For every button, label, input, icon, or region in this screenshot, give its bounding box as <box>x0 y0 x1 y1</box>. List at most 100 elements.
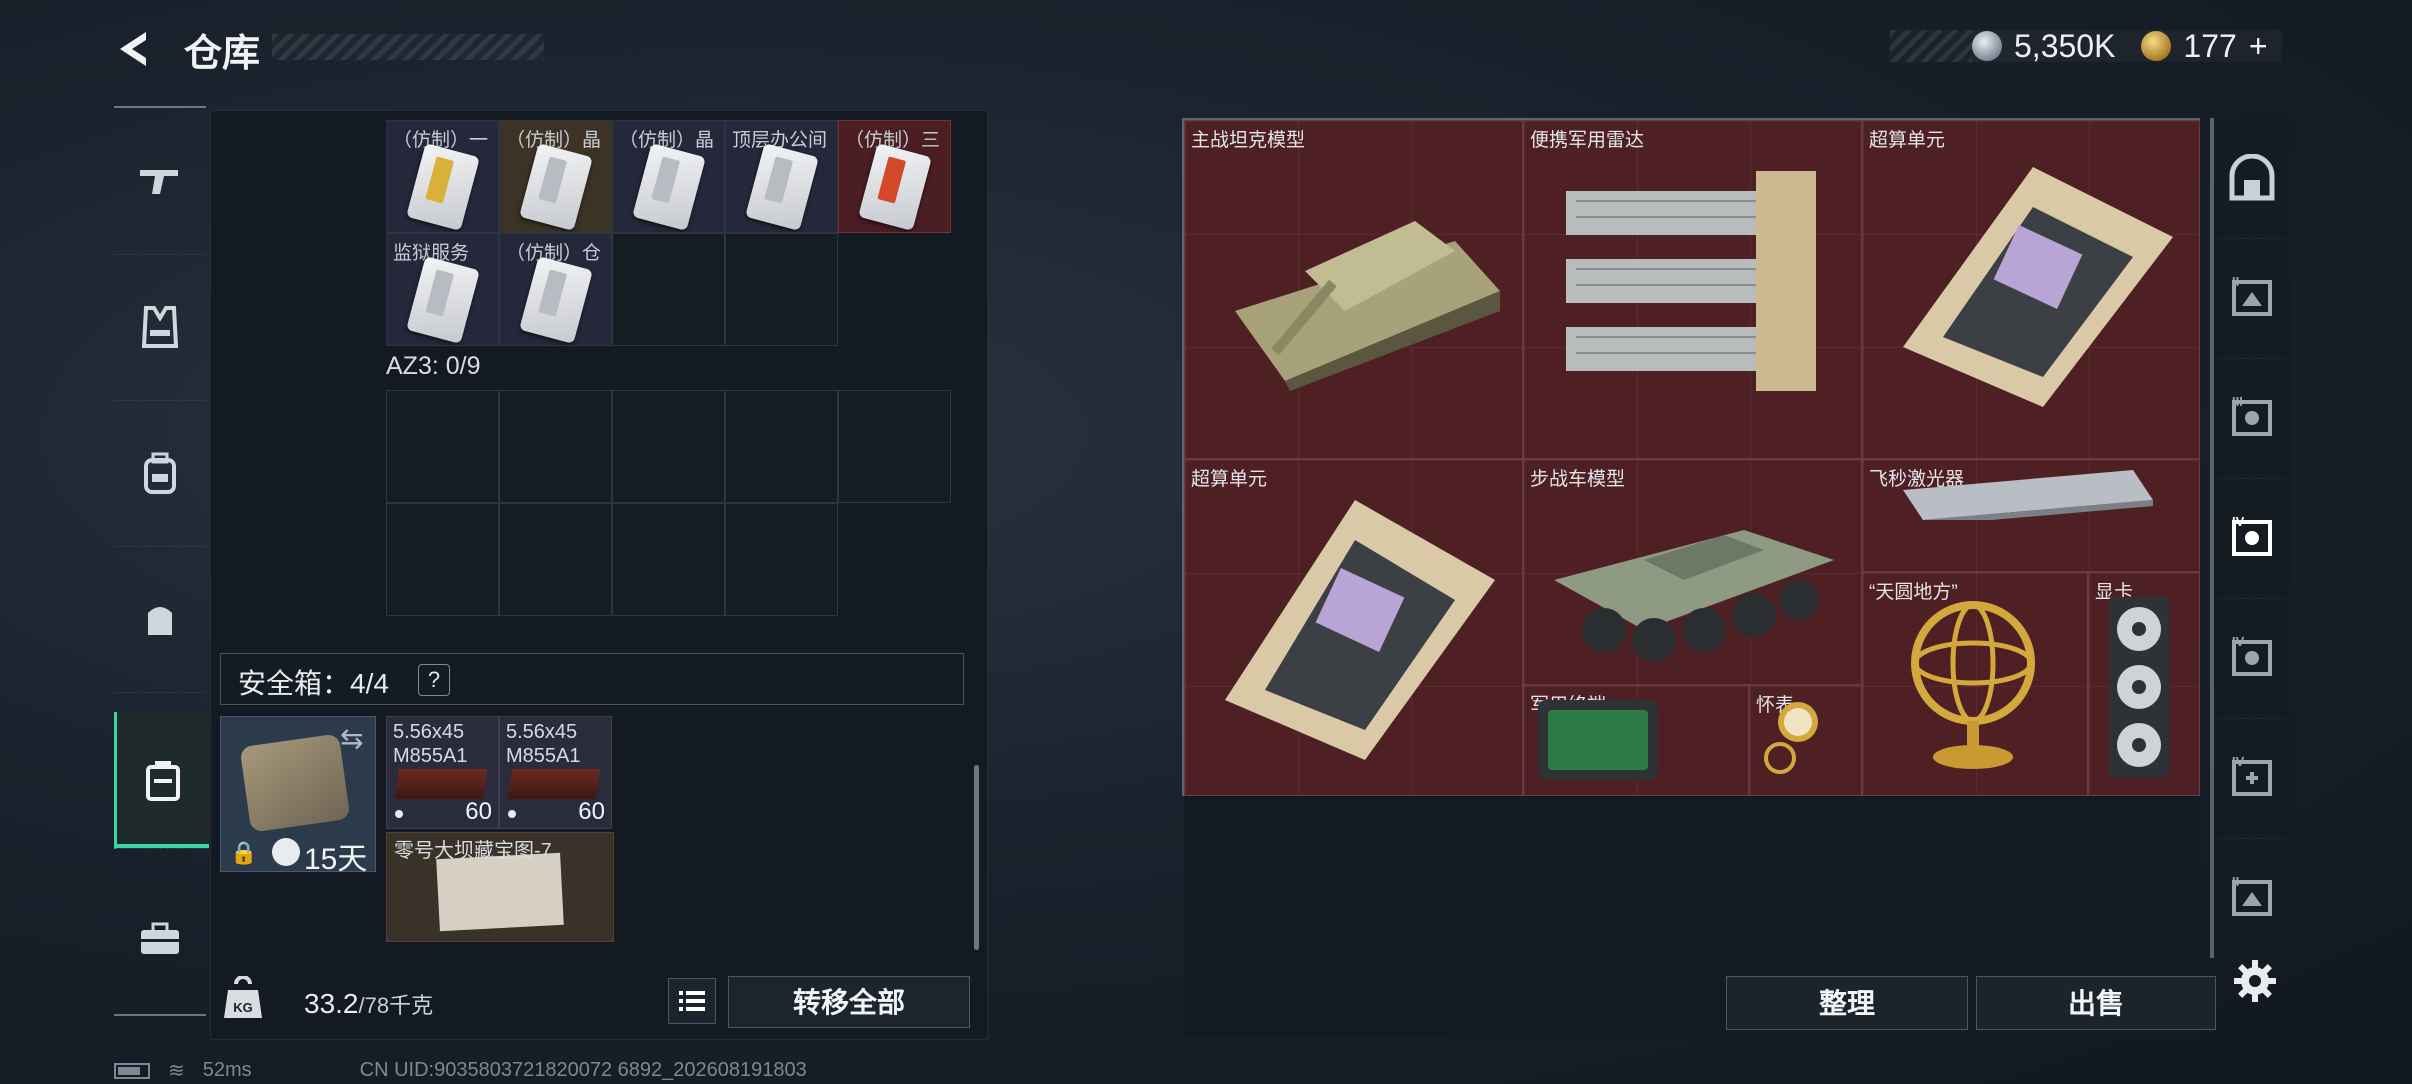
pocket-watch-image <box>1764 702 1818 774</box>
transfer-all-button[interactable]: 转移全部 <box>728 976 970 1028</box>
supercomputer-unit-image <box>1903 167 2173 407</box>
uid: CN UID:9035803721820072 6892_20260819180… <box>359 1059 807 1081</box>
stash-tab-vault[interactable] <box>2220 118 2284 239</box>
container-item[interactable]: （仿制）晶 <box>612 120 725 233</box>
stash-item-laser[interactable]: 飞秒激光器 <box>1862 459 2200 572</box>
safe-box-duration: 15天 <box>304 843 368 876</box>
nav-weapon[interactable] <box>114 108 206 255</box>
stash-tab-5[interactable]: IV <box>2220 598 2284 719</box>
empty-slot[interactable] <box>725 233 838 346</box>
nav-backpack[interactable] <box>114 400 206 547</box>
ammo-box-icon <box>507 769 601 799</box>
silver-coin-icon <box>1972 31 2002 61</box>
empty-slot[interactable] <box>725 503 838 616</box>
empty-slot[interactable] <box>612 233 725 346</box>
ifv-model-image <box>1554 530 1834 662</box>
ammo-item[interactable]: 5.56x45 M855A1 60 <box>386 716 499 829</box>
dot-icon <box>508 810 516 818</box>
nav-toolbox[interactable] <box>114 866 206 1012</box>
gold-coin-icon <box>2141 31 2172 61</box>
gold-amount: 177 <box>2183 27 2237 64</box>
empty-slot[interactable] <box>612 390 725 503</box>
stash-tab-3[interactable]: III <box>2220 358 2284 479</box>
toolbox-icon <box>141 922 179 954</box>
nav-pouch[interactable] <box>114 546 206 693</box>
empty-slot[interactable] <box>499 390 612 503</box>
empty-slot[interactable] <box>725 390 838 503</box>
az3-capacity: AZ3: 0/9 <box>386 352 481 380</box>
empty-slot[interactable] <box>612 503 725 616</box>
stash-tab-add[interactable]: IV <box>2220 718 2284 839</box>
sort-button[interactable]: 整理 <box>1726 976 1968 1030</box>
container-item[interactable]: （仿制）仓 <box>499 233 612 346</box>
help-button[interactable]: ? <box>418 664 450 696</box>
title-decoration <box>272 34 544 60</box>
femtosecond-laser-image <box>1903 470 2153 520</box>
sell-button[interactable]: 出售 <box>1976 976 2216 1030</box>
stash-item-terminal[interactable]: 军用终端 <box>1523 685 1749 796</box>
stash-item-pocket-watch[interactable]: 怀表 <box>1749 685 1862 796</box>
scrollbar[interactable] <box>974 765 979 950</box>
stash-item-tank[interactable]: 主战坦克模型 <box>1184 120 1523 459</box>
stash-tab-4-active[interactable]: IV <box>2220 478 2284 599</box>
currency-decoration <box>1890 30 1972 62</box>
stash-tab-7[interactable]: II <box>2220 838 2284 958</box>
pouch-icon <box>148 607 172 635</box>
weight-indicator: 33.2/78千克 <box>304 988 433 1020</box>
vest-icon <box>141 306 179 348</box>
currency-bar: 5,350K 177 + <box>1972 27 2282 65</box>
container-item[interactable]: （仿制）一 <box>386 120 499 233</box>
keycard-icon <box>519 256 593 344</box>
dot-icon <box>395 810 403 818</box>
military-terminal-image <box>1538 700 1658 780</box>
treasure-map-image <box>436 852 564 932</box>
container-item[interactable]: （仿制）晶 <box>499 120 612 233</box>
stash-tab-2[interactable]: II <box>2220 238 2284 359</box>
page-title: 仓库 <box>184 33 261 75</box>
svg-text:KG: KG <box>233 1000 253 1015</box>
settings-gear-icon[interactable] <box>2232 958 2278 1004</box>
stash-tabs-scroll <box>2210 118 2214 958</box>
wifi-icon: ≋ <box>168 1060 185 1082</box>
equipment-nav <box>114 106 209 1016</box>
back-arrow-icon[interactable] <box>112 26 158 72</box>
list-icon <box>679 991 705 1011</box>
keycard-icon <box>406 143 480 231</box>
container-item[interactable]: （仿制）三 <box>838 120 951 233</box>
graphics-card-image <box>2109 597 2169 777</box>
swap-icon[interactable]: ⇆ <box>340 722 363 755</box>
empty-slot[interactable] <box>838 390 951 503</box>
nav-vest[interactable] <box>114 254 206 401</box>
add-currency-button[interactable]: + <box>2249 28 2268 65</box>
silver-amount: 5,350K <box>2014 27 2116 64</box>
treasure-map-label: 零号大坝藏宝图-7 <box>394 840 552 862</box>
ammo-box-icon <box>394 769 488 799</box>
container-item[interactable]: 顶层办公间 <box>725 120 838 233</box>
empty-slot[interactable] <box>386 503 499 616</box>
status-bar: ≋ 52ms CN UID:9035803721820072 6892_2026… <box>114 1058 807 1083</box>
list-view-button[interactable] <box>668 978 716 1024</box>
stash-item-supercomputer[interactable]: 超算单元 <box>1184 459 1523 796</box>
keycard-icon <box>745 143 819 231</box>
container-item[interactable]: 监狱服务 <box>386 233 499 346</box>
weight-icon: KG <box>224 976 262 1018</box>
backpack-icon <box>144 452 176 494</box>
empty-slot[interactable] <box>499 503 612 616</box>
stash-item-armillary[interactable]: “天圆地方” <box>1862 572 2088 796</box>
empty-slot[interactable] <box>386 390 499 503</box>
supercomputer-unit-image <box>1225 500 1495 760</box>
stash-item-radar[interactable]: 便携军用雷达 <box>1523 120 1862 459</box>
safe-container-icon <box>146 761 180 801</box>
stash-item-ifv[interactable]: 步战车模型 <box>1523 459 1862 685</box>
nav-safe-container[interactable] <box>114 712 209 849</box>
weight-max: /78千克 <box>358 993 434 1018</box>
vault-icon <box>2229 154 2275 201</box>
keycard-icon <box>858 143 932 231</box>
lock-icon: 🔒 <box>230 840 258 865</box>
stash-item-supercomputer[interactable]: 超算单元 <box>1862 120 2200 459</box>
keycard-icon <box>406 256 480 344</box>
battery-icon <box>114 1062 150 1079</box>
keycard-icon <box>519 143 593 231</box>
stash-item-gpu[interactable]: 显卡 <box>2088 572 2200 796</box>
ammo-item[interactable]: 5.56x45 M855A1 60 <box>499 716 612 829</box>
